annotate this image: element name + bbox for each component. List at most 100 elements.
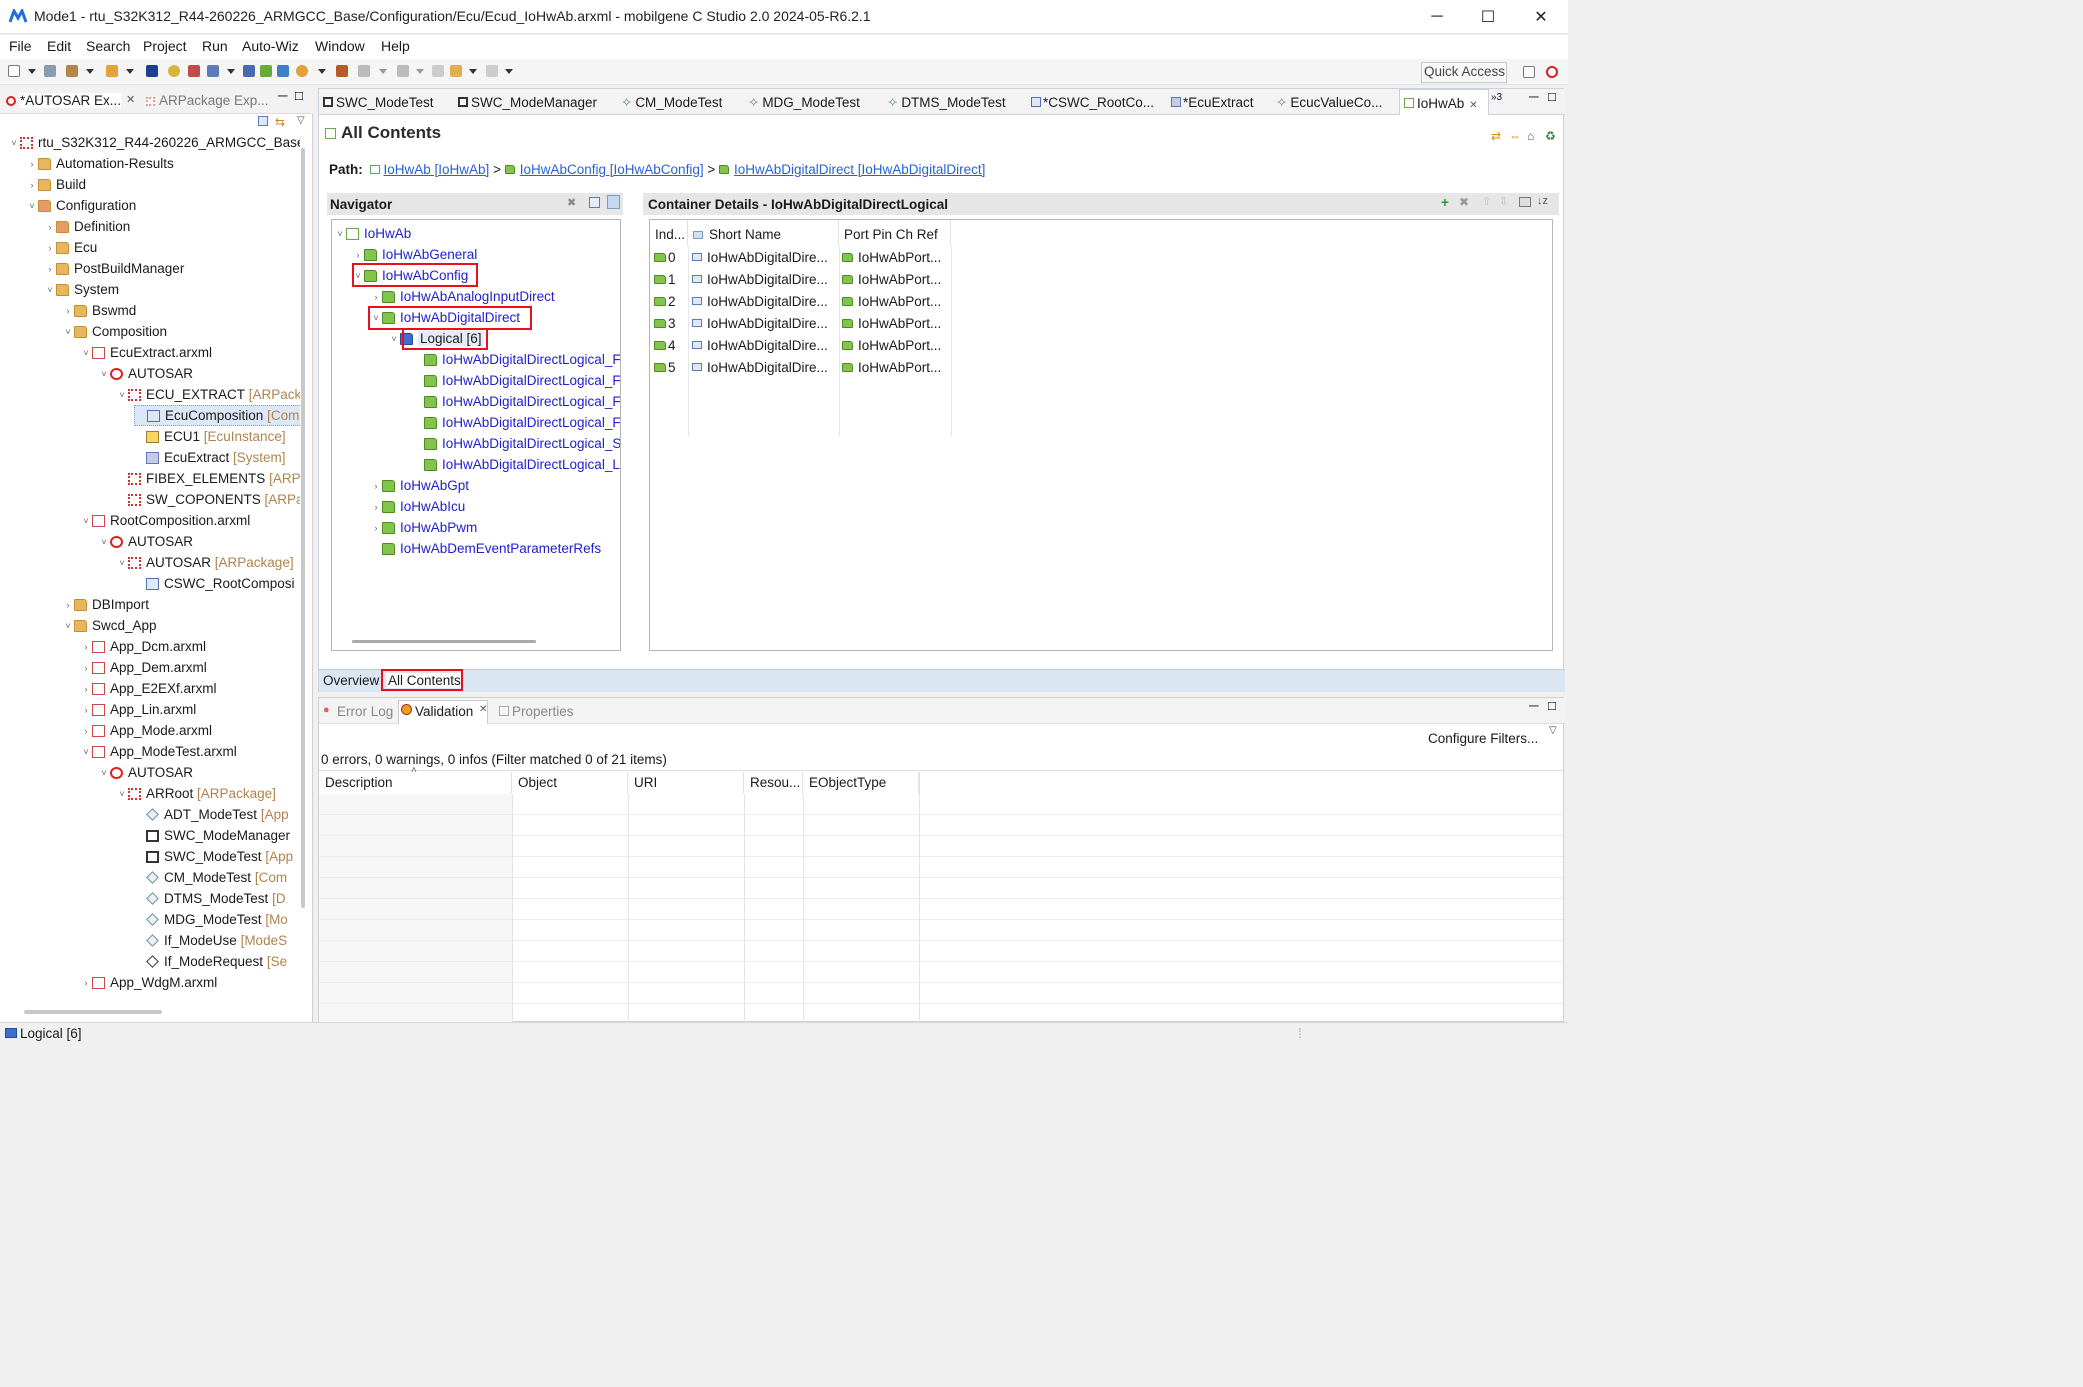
link-editor-icon[interactable]: ⇆ xyxy=(275,115,285,129)
nav-item-iohwabicu[interactable]: › IoHwAbIcu xyxy=(370,496,466,517)
layout-icon[interactable] xyxy=(607,195,620,209)
tree-item-postbuildmanager[interactable]: › PostBuildManager xyxy=(44,258,185,279)
tree-item-autosar[interactable]: ˅ AUTOSAR xyxy=(98,762,193,783)
nav-item-iohwabanaloginputdirect[interactable]: › IoHwAbAnalogInputDirect xyxy=(370,286,555,307)
nav-item-iohwabconfig[interactable]: ˅ IoHwAbConfig xyxy=(352,265,468,286)
nav-item-digitaldirectlogical[interactable]: IoHwAbDigitalDirectLogical_F xyxy=(424,391,620,412)
tree-item-cm-modetest[interactable]: CM_ModeTest [Com xyxy=(134,867,287,888)
tree-item-mdg-modetest[interactable]: MDG_ModeTest [Mo xyxy=(134,909,288,930)
navigator-horizontal-scrollbar[interactable] xyxy=(352,640,536,643)
refresh-icon[interactable]: ♻ xyxy=(1545,129,1556,143)
tree-item-ecu1[interactable]: ECU1 [EcuInstance] xyxy=(134,426,286,447)
tree-item-ecucomposition[interactable]: EcuComposition [Com xyxy=(134,405,300,426)
tab-cswc-rootcomposition[interactable]: *CSWC_RootCo... xyxy=(1031,89,1154,115)
tree-item-app-e2exf[interactable]: › App_E2EXf.arxml xyxy=(80,678,217,699)
tree-item-dtms-modetest[interactable]: DTMS_ModeTest [D xyxy=(134,888,286,909)
table-row[interactable]: 3 IoHwAbDigitalDire... IoHwAbPort... xyxy=(654,312,941,334)
move-up-icon[interactable]: ⇧ xyxy=(1482,195,1491,208)
tree-horizontal-scrollbar[interactable] xyxy=(24,1010,162,1014)
nav-item-digitaldirectlogical[interactable]: IoHwAbDigitalDirectLogical_F xyxy=(424,412,620,433)
tab-ecucvaluecollection[interactable]: ✧ EcucValueCo... xyxy=(1276,89,1382,115)
back-edit-icon[interactable] xyxy=(432,65,444,77)
tab-mdg-modetest[interactable]: ✧ MDG_ModeTest xyxy=(748,89,860,115)
close-tab-icon[interactable]: ✕ xyxy=(126,93,135,106)
link-icon[interactable]: ⇔ xyxy=(1509,129,1521,143)
nav-item-iohwab[interactable]: ˅ IoHwAb xyxy=(334,223,411,244)
tab-properties[interactable]: Properties xyxy=(512,704,574,719)
tab-validation[interactable]: Validation xyxy=(415,704,473,719)
tool-d-icon[interactable] xyxy=(260,65,272,77)
view-menu-icon[interactable]: ▽ xyxy=(297,115,305,126)
maximize-button[interactable]: ☐ xyxy=(1461,0,1515,34)
view-menu-icon[interactable]: ▽ xyxy=(1549,725,1557,736)
build-dropdown-icon[interactable] xyxy=(86,69,94,74)
table-row[interactable]: 0 IoHwAbDigitalDire... IoHwAbPort... xyxy=(654,246,941,268)
collapse-icon[interactable] xyxy=(589,197,600,208)
tree-item-bswmd[interactable]: › Bswmd xyxy=(62,300,137,321)
nav-a-icon[interactable] xyxy=(358,65,370,77)
sync-icon[interactable]: ⇄ xyxy=(1491,129,1501,143)
tab-ecuextract[interactable]: *EcuExtract xyxy=(1171,89,1254,115)
add-icon[interactable]: + xyxy=(1441,195,1449,210)
menu-auto-wiz[interactable]: Auto-Wiz xyxy=(242,38,299,54)
minimize-panel-icon[interactable]: ─ xyxy=(278,88,288,103)
perspective-icon[interactable] xyxy=(1546,66,1558,78)
minimize-button[interactable]: ─ xyxy=(1410,0,1464,34)
tree-item-adt-modetest[interactable]: ADT_ModeTest [App xyxy=(134,804,289,825)
tree-item-app-dcm[interactable]: › App_Dcm.arxml xyxy=(80,636,207,657)
tree-item-rootcomposition-arxml[interactable]: ˅ RootComposition.arxml xyxy=(80,510,250,531)
menu-window[interactable]: Window xyxy=(315,38,365,54)
nav-item-digitaldirectlogical[interactable]: IoHwAbDigitalDirectLogical_S xyxy=(424,433,620,454)
tree-item-swcd-app[interactable]: ˅ Swcd_App xyxy=(62,615,156,636)
tool-b-dropdown-icon[interactable] xyxy=(227,69,235,74)
new-icon[interactable] xyxy=(8,65,20,77)
nav-item-logical[interactable]: ˅ Logical [6] xyxy=(388,328,484,349)
tree-item-dbimport[interactable]: › DBImport xyxy=(62,594,150,615)
menu-project[interactable]: Project xyxy=(143,38,187,54)
tree-item-swc-modetest[interactable]: SWC_ModeTest [App xyxy=(134,846,293,867)
forward-dropdown-icon[interactable] xyxy=(505,69,513,74)
tree-item-build[interactable]: › Build xyxy=(26,174,87,195)
tree-vertical-scrollbar[interactable] xyxy=(301,148,305,908)
column-header-port-pin-ch-ref[interactable]: Port Pin Ch Ref xyxy=(839,220,951,246)
tree-item-ecuextract-system[interactable]: EcuExtract [System] xyxy=(134,447,286,468)
maximize-panel-icon[interactable]: ☐ xyxy=(294,90,304,103)
tree-item-swc-modemanager[interactable]: SWC_ModeManager xyxy=(134,825,290,846)
nav-item-iohwabpwm[interactable]: › IoHwAbPwm xyxy=(370,517,478,538)
tree-item-autosar-package[interactable]: ˅ AUTOSAR [ARPackage] xyxy=(116,552,293,573)
wizard-dropdown-icon[interactable] xyxy=(126,69,134,74)
nav-item-digitaldirectlogical[interactable]: IoHwAbDigitalDirectLogical_F xyxy=(424,349,620,370)
tab-overflow-button[interactable]: »3 xyxy=(1491,89,1502,115)
tree-item-sw-coponents[interactable]: SW_COPONENTS [ARPa xyxy=(116,489,300,510)
tree-item-ecu[interactable]: › Ecu xyxy=(44,237,98,258)
tab-swc-modetest[interactable]: SWC_ModeTest xyxy=(323,89,434,115)
nav-a-dropdown-icon[interactable] xyxy=(379,69,387,74)
tree-item-app-mode[interactable]: › App_Mode.arxml xyxy=(80,720,213,741)
tool-e-icon[interactable] xyxy=(277,65,289,77)
tab-autosar-explorer[interactable]: *AUTOSAR Ex... xyxy=(20,93,122,108)
run-dropdown-icon[interactable] xyxy=(318,69,326,74)
tree-item-ecuextract-arxml[interactable]: ˅ EcuExtract.arxml xyxy=(80,342,212,363)
tab-iohwab[interactable]: IoHwAb ✕ xyxy=(1399,89,1489,115)
nav-item-digitaldirectlogical[interactable]: IoHwAbDigitalDirectLogical_L xyxy=(424,454,620,475)
nav-item-digitaldirectlogical[interactable]: IoHwAbDigitalDirectLogical_F xyxy=(424,370,620,391)
build-icon[interactable] xyxy=(66,65,78,77)
menu-edit[interactable]: Edit xyxy=(47,38,71,54)
tab-all-contents[interactable]: All Contents xyxy=(386,673,463,688)
menu-help[interactable]: Help xyxy=(381,38,410,54)
nav-item-iohwabdemeventparameterrefs[interactable]: IoHwAbDemEventParameterRefs xyxy=(370,538,601,559)
tree-item-autosar[interactable]: ˅ AUTOSAR xyxy=(98,531,193,552)
sort-icon[interactable]: ↓z xyxy=(1537,195,1548,207)
table-row[interactable]: 4 IoHwAbDigitalDire... IoHwAbPort... xyxy=(654,334,941,356)
run-icon[interactable] xyxy=(296,65,308,77)
configure-filters-link[interactable]: Configure Filters... xyxy=(1428,731,1538,746)
spark-icon[interactable] xyxy=(168,65,180,77)
menu-run[interactable]: Run xyxy=(202,38,228,54)
tree-item-app-dem[interactable]: › App_Dem.arxml xyxy=(80,657,207,678)
home-icon[interactable]: ⌂ xyxy=(1527,129,1534,143)
tool-a-icon[interactable] xyxy=(188,65,200,77)
tree-item-app-lin[interactable]: › App_Lin.arxml xyxy=(80,699,197,720)
tree-item-app-modetest[interactable]: ˅ App_ModeTest.arxml xyxy=(80,741,236,762)
tree-item-fibex-elements[interactable]: FIBEX_ELEMENTS [ARPa xyxy=(116,468,300,489)
tree-item-app-wdgm[interactable]: › App_WdgM.arxml xyxy=(80,972,218,993)
